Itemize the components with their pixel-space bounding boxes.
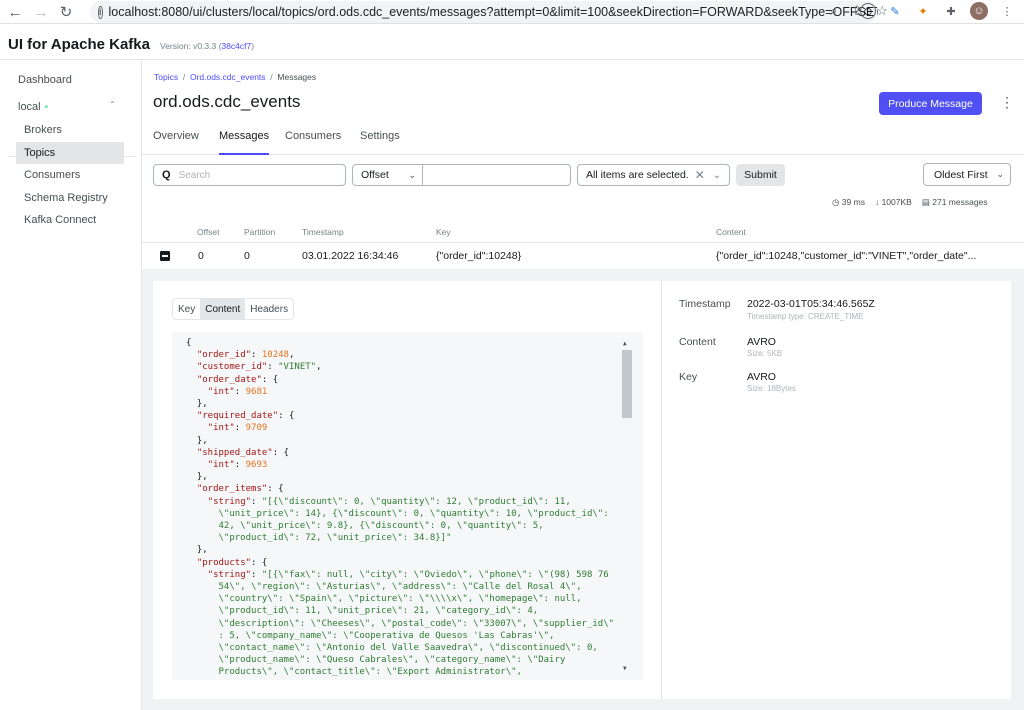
- sidebar-item-schema-registry[interactable]: Schema Registry: [16, 187, 124, 209]
- search-input[interactable]: Q Search: [153, 164, 346, 186]
- breadcrumb-topics[interactable]: Topics: [154, 72, 178, 82]
- row-key: {"order_id":10248}: [436, 250, 522, 262]
- more-options-icon[interactable]: ⋮: [1000, 94, 1014, 111]
- column-header-content: Content: [716, 227, 746, 237]
- page-title: ord.ods.cdc_events: [153, 92, 301, 111]
- browser-menu-icon[interactable]: ⋮: [998, 2, 1016, 20]
- segment-content[interactable]: Content: [200, 299, 246, 319]
- clock-icon: ◷: [832, 197, 840, 207]
- tab-consumers[interactable]: Consumers: [285, 130, 341, 155]
- document-icon: ▤: [921, 197, 930, 207]
- scroll-down-icon[interactable]: ▼: [623, 663, 627, 675]
- arrow-down-icon: ↓: [874, 197, 880, 207]
- message-details: Key Content Headers { "order_id": 10248,…: [142, 269, 1024, 710]
- sidebar-item-topics[interactable]: Topics: [16, 142, 124, 164]
- segment-key[interactable]: Key: [173, 299, 200, 319]
- reload-icon[interactable]: ↻: [55, 1, 77, 23]
- timestamp-type: Timestamp type: CREATE_TIME: [747, 312, 864, 321]
- column-header-key: Key: [436, 227, 451, 237]
- elapsed-stat: ◷ 39 ms: [832, 197, 865, 207]
- topic-tabs: Overview Messages Consumers Settings: [142, 127, 1024, 155]
- chevron-down-icon: ⌄: [996, 169, 1004, 179]
- content-panel: Key Content Headers { "order_id": 10248,…: [153, 281, 662, 699]
- zoom-icon[interactable]: ⌕: [830, 3, 837, 19]
- info-icon[interactable]: i: [98, 5, 103, 19]
- sidebar-item-kafka-connect[interactable]: Kafka Connect: [16, 209, 124, 231]
- sidebar-item-consumers[interactable]: Consumers: [16, 164, 124, 186]
- search-icon: Q: [162, 169, 171, 181]
- seek-type-select[interactable]: Offset ⌄: [352, 164, 423, 186]
- profile-avatar[interactable]: ☺: [970, 2, 988, 20]
- scroll-up-icon[interactable]: ▲: [623, 338, 627, 350]
- collapse-icon[interactable]: [160, 251, 170, 261]
- seek-type-value: Offset: [361, 169, 389, 181]
- timestamp-value: 2022-03-01T05:34:46.565Z: [747, 298, 875, 310]
- column-header-timestamp: Timestamp: [302, 227, 344, 237]
- clear-icon[interactable]: ✕: [695, 168, 705, 182]
- cluster-name: local: [18, 101, 41, 113]
- content-format: AVRO: [747, 336, 776, 348]
- sort-value: Oldest First: [934, 168, 988, 181]
- forward-icon[interactable]: →: [30, 1, 52, 23]
- browser-toolbar: ← → ↻ i localhost:8080/ui/clusters/local…: [0, 0, 1024, 24]
- sidebar: Dashboard local • ⌃ Brokers Topics Consu…: [0, 61, 142, 710]
- sidebar-cluster-local[interactable]: local • ⌃: [16, 96, 124, 118]
- breadcrumb: Topics / Ord.ods.cdc_events / Messages: [154, 72, 317, 82]
- extension-circle-icon[interactable]: ⊙: [860, 3, 876, 19]
- main-content: Topics / Ord.ods.cdc_events / Messages o…: [142, 61, 1024, 710]
- row-partition: 0: [244, 250, 250, 262]
- chevron-down-icon[interactable]: ⌄: [713, 170, 721, 181]
- view-switcher: Key Content Headers: [172, 298, 295, 320]
- row-offset: 0: [198, 250, 204, 262]
- tab-settings[interactable]: Settings: [360, 130, 400, 155]
- offset-input[interactable]: [422, 164, 571, 186]
- stats-bar: ◷ 39 ms ↓ 1007KB ▤ 271 messages: [832, 197, 988, 208]
- extension-fox-icon[interactable]: ✦: [914, 2, 932, 20]
- timestamp-label: Timestamp: [679, 298, 731, 310]
- cluster-status-dot: •: [44, 101, 49, 113]
- produce-message-button[interactable]: Produce Message: [879, 92, 982, 115]
- column-header-partition: Partition: [244, 227, 276, 237]
- sidebar-item-dashboard[interactable]: Dashboard: [16, 69, 124, 91]
- chevron-down-icon: ⌄: [408, 169, 416, 180]
- key-format: AVRO: [747, 371, 776, 383]
- message-details-card: Key Content Headers { "order_id": 10248,…: [153, 281, 1011, 699]
- sort-select[interactable]: Oldest First ⌄: [923, 163, 1011, 186]
- content-label: Content: [679, 336, 716, 348]
- editor-scroll-thumb[interactable]: [622, 350, 632, 418]
- partitions-select[interactable]: All items are selected. ✕ ⌄: [577, 164, 730, 186]
- url-text: localhost:8080/ui/clusters/local/topics/…: [108, 5, 878, 19]
- extensions-puzzle-icon[interactable]: ✚: [942, 2, 960, 20]
- extension-wrench-icon[interactable]: ✎: [886, 2, 904, 20]
- json-editor[interactable]: { "order_id": 10248, "customer_id": "VIN…: [172, 332, 643, 680]
- key-size: Size: 18Bytes: [747, 384, 796, 393]
- app-version: Version: v0.3.3 (38c4cf7): [160, 41, 255, 51]
- breadcrumb-current: Messages: [277, 72, 317, 82]
- row-timestamp: 03.01.2022 16:34:46: [302, 250, 399, 262]
- json-content: { "order_id": 10248, "customer_id": "VIN…: [186, 338, 615, 678]
- submit-button[interactable]: Submit: [736, 164, 785, 186]
- tab-overview[interactable]: Overview: [153, 130, 199, 155]
- address-bar[interactable]: i localhost:8080/ui/clusters/local/topic…: [90, 1, 878, 23]
- content-size: Size: 5KB: [747, 349, 783, 358]
- back-icon[interactable]: ←: [4, 1, 26, 23]
- column-header-offset: Offset: [197, 227, 220, 237]
- tab-messages[interactable]: Messages: [219, 130, 270, 155]
- metadata-panel: Timestamp 2022-03-01T05:34:46.565Z Times…: [662, 281, 1011, 699]
- version-hash-link[interactable]: 38c4cf7: [221, 41, 251, 51]
- chevron-up-icon[interactable]: ⌃: [109, 100, 116, 109]
- breadcrumb-topic[interactable]: Ord.ods.cdc_events: [190, 72, 266, 82]
- bytes-stat: ↓ 1007KB: [874, 197, 912, 207]
- row-content: {"order_id":10248,"customer_id":"VINET",…: [716, 250, 977, 262]
- table-row[interactable]: 0 0 03.01.2022 16:34:46 {"order_id":1024…: [142, 242, 1024, 268]
- app-header: UI for Apache Kafka Version: v0.3.3 (38c…: [0, 32, 1024, 60]
- messages-stat: ▤ 271 messages: [921, 197, 988, 207]
- segment-headers[interactable]: Headers: [245, 299, 293, 319]
- sidebar-item-brokers[interactable]: Brokers: [16, 119, 124, 141]
- app-title[interactable]: UI for Apache Kafka: [8, 36, 150, 53]
- partitions-value: All items are selected.: [586, 169, 689, 181]
- key-label: Key: [679, 371, 698, 383]
- search-placeholder: Search: [178, 169, 211, 181]
